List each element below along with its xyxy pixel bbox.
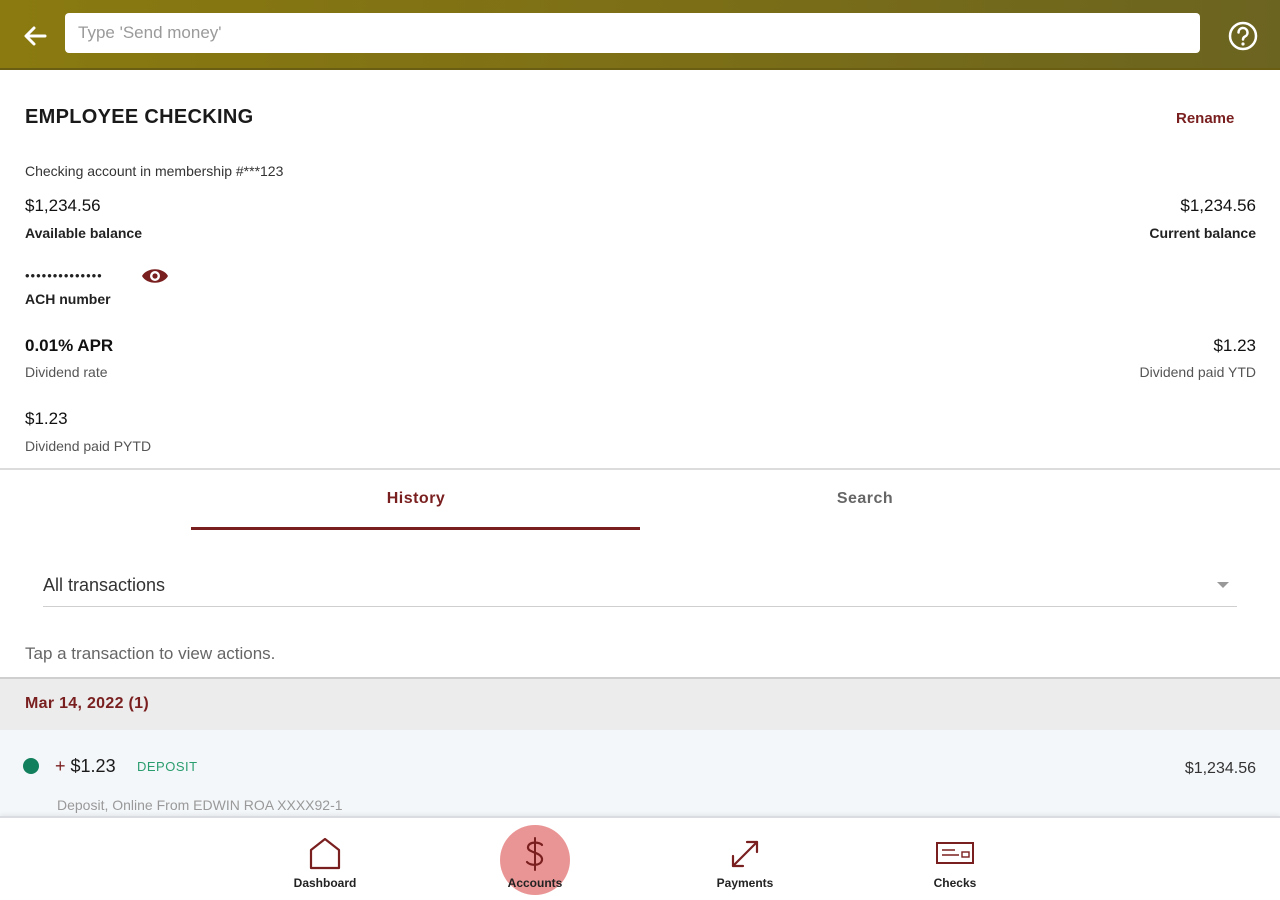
transaction-row[interactable]: + $1.23 DEPOSIT $1,234.56 Deposit, Onlin… [0,730,1280,816]
home-icon [309,837,341,870]
dropdown-caret-icon [1217,582,1229,588]
nav-payments[interactable]: Payments [685,818,805,900]
app-bar [0,0,1280,70]
transfer-arrows-icon [731,840,759,868]
nav-label-dashboard: Dashboard [293,876,357,890]
dividend-ytd-value: $1.23 [1213,336,1256,355]
tab-history[interactable]: History [191,470,641,530]
current-balance-value: $1,234.56 [1180,196,1256,215]
account-title: EMPLOYEE CHECKING [25,106,254,128]
amount-sign: + [55,756,66,776]
back-button[interactable] [18,19,52,53]
dividend-rate-value: 0.01% APR [25,336,114,355]
back-arrow-icon [24,26,47,46]
current-balance-label: Current balance [1149,225,1256,241]
transaction-filter-select[interactable]: All transactions [43,563,1237,607]
nav-label-payments: Payments [716,876,774,890]
help-icon [1228,21,1258,51]
transaction-hint: Tap a transaction to view actions. [25,644,276,663]
show-ach-button[interactable] [140,264,170,288]
ach-number-label: ACH number [25,291,111,307]
tab-search[interactable]: Search [640,470,1090,530]
bottom-navigation: Dashboard Accounts Payments Checks [0,816,1280,900]
transaction-type-badge: DEPOSIT [137,759,198,774]
check-icon [936,842,974,864]
eye-icon [142,269,168,283]
help-button[interactable] [1226,19,1260,53]
dividend-rate-label: Dividend rate [25,364,108,380]
dividend-pytd-label: Dividend paid PYTD [25,438,152,454]
nav-label-checks: Checks [933,876,977,890]
dollar-icon [525,837,544,871]
filter-selected-value: All transactions [43,575,166,595]
account-details: EMPLOYEE CHECKING Rename Checking accoun… [0,72,1280,468]
transaction-description: Deposit, Online From EDWIN ROA XXXX92-1 [57,797,343,813]
nav-dashboard[interactable]: Dashboard [265,818,385,900]
date-group-label: Mar 14, 2022 (1) [25,695,149,712]
available-balance-label: Available balance [25,225,142,241]
amount-value: $1.23 [70,756,116,776]
available-balance-value: $1,234.56 [25,196,101,215]
status-dot-icon [23,758,39,774]
active-tab-indicator [191,527,640,530]
nav-label-accounts: Accounts [507,876,563,890]
nav-accounts[interactable]: Accounts [475,818,595,900]
transaction-amount: + $1.23 [55,756,116,777]
ach-number-masked: •••••••••••••• [25,268,103,283]
dividend-ytd-label: Dividend paid YTD [1139,364,1256,380]
rename-button[interactable]: Rename [1176,110,1234,127]
date-group-header: Mar 14, 2022 (1) [0,677,1280,730]
account-subtitle: Checking account in membership #***123 [25,163,284,179]
search-input[interactable] [65,13,1200,53]
nav-checks[interactable]: Checks [895,818,1015,900]
transaction-running-balance: $1,234.56 [1184,760,1256,777]
dividend-pytd-value: $1.23 [25,409,68,428]
